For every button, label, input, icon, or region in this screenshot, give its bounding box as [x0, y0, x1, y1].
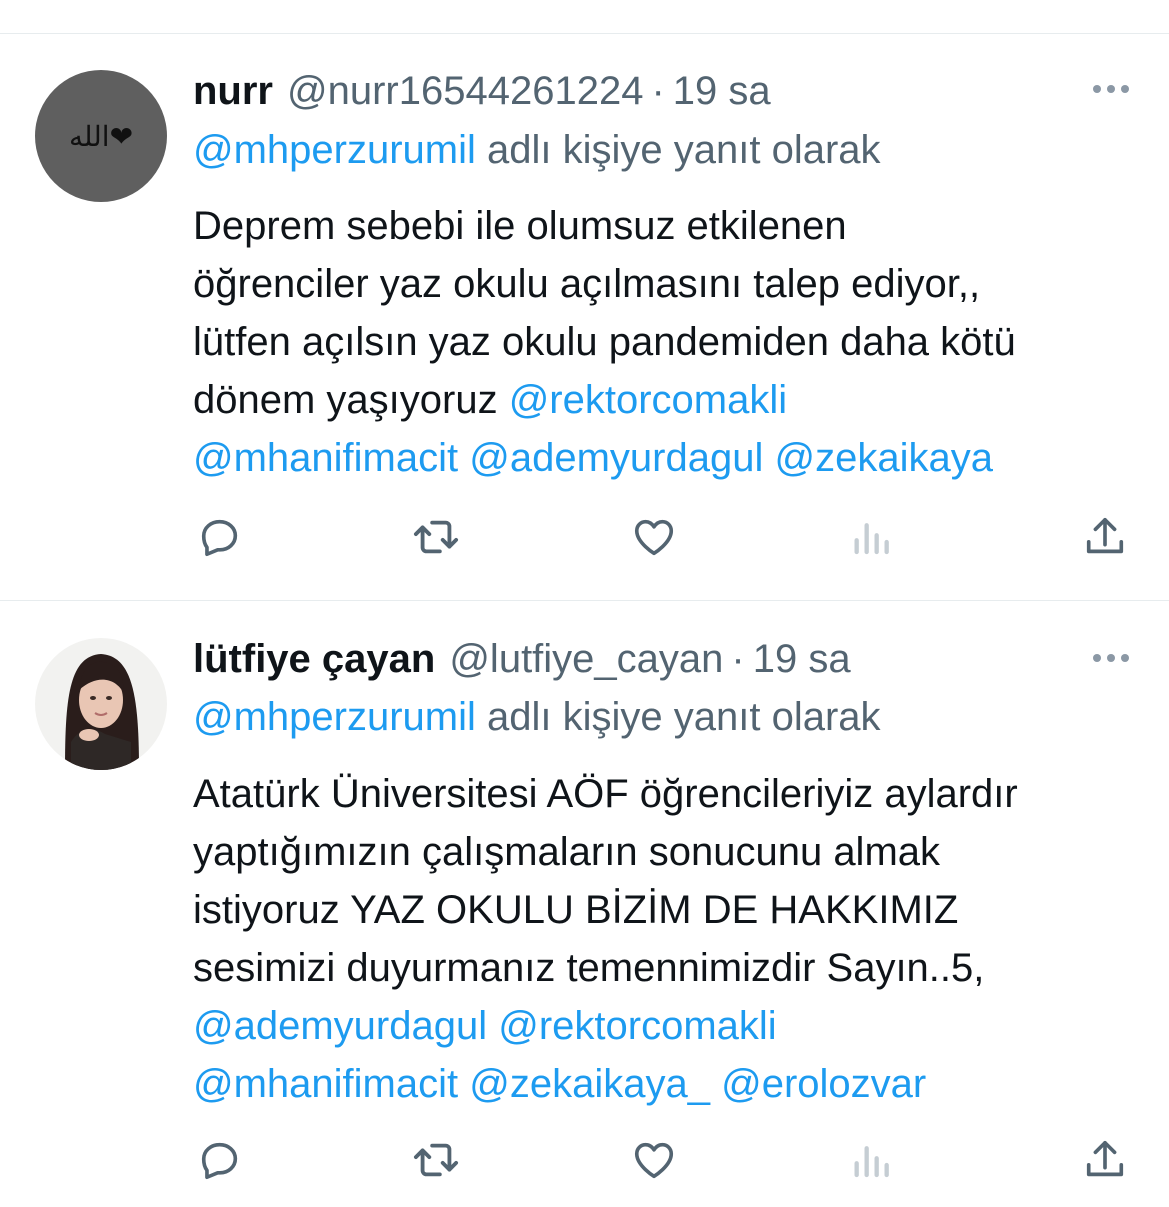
reply-icon[interactable]	[195, 512, 245, 562]
text-line: istiyoruz YAZ OKULU BİZİM DE HAKKIMIZ	[193, 888, 959, 932]
mention-link[interactable]: @zekaikaya_	[469, 1062, 710, 1106]
action-bar	[193, 1135, 1138, 1185]
text-line: lütfen açılsın yaz okulu pandemiden daha…	[193, 320, 1016, 364]
reply-context: @mhperzurumil adlı kişiye yanıt olarak	[193, 128, 881, 173]
share-icon[interactable]	[1080, 1135, 1130, 1185]
reply-suffix: adlı kişiye yanıt olarak	[487, 695, 881, 739]
text-line: Deprem sebebi ile olumsuz etkilenen	[193, 204, 847, 248]
mention-link[interactable]: @erolozvar	[721, 1062, 926, 1106]
reply-to-mention[interactable]: @mhperzurumil	[193, 695, 476, 739]
views-icon[interactable]	[845, 1135, 895, 1185]
retweet-icon[interactable]	[411, 512, 461, 562]
mention-link[interactable]: @mhanifimacit	[193, 1062, 458, 1106]
text-line: öğrenciler yaz okulu açılmasını talep ed…	[193, 262, 981, 306]
avatar-nurr[interactable]: الله❤	[35, 70, 167, 202]
more-icon[interactable]	[1093, 85, 1129, 93]
reply-to-mention[interactable]: @mhperzurumil	[193, 128, 476, 172]
display-name[interactable]: nurr	[193, 69, 273, 114]
display-name[interactable]: lütfiye çayan	[193, 637, 435, 682]
text-line: yaptığımızın çalışmaların sonucunu almak	[193, 830, 941, 874]
reply-icon[interactable]	[195, 1135, 245, 1185]
separator-dot: ·	[651, 68, 665, 113]
heart-icon[interactable]	[629, 1135, 679, 1185]
mention-link[interactable]: @mhanifimacit	[193, 436, 458, 480]
text-line: sesimizi duyurmanız temennimizdir Sayın.…	[193, 946, 985, 990]
reply-context: @mhperzurumil adlı kişiye yanıt olarak	[193, 695, 881, 740]
avatar-calligraphy: الله❤	[68, 119, 134, 153]
action-bar	[193, 512, 1138, 562]
tweet-text: Deprem sebebi ile olumsuz etkilenen öğre…	[193, 197, 1143, 487]
heart-icon[interactable]	[629, 512, 679, 562]
mention-link[interactable]: @rektorcomakli	[498, 1004, 776, 1048]
mention-link[interactable]: @ademyurdagul	[469, 436, 763, 480]
timestamp[interactable]: 19 sa	[753, 637, 851, 682]
timestamp[interactable]: 19 sa	[673, 69, 771, 114]
tweet-header: lütfiye çayan @lutfiye_cayan · 19 sa	[193, 634, 851, 684]
mention-link[interactable]: @ademyurdagul	[193, 1004, 487, 1048]
text-line: Atatürk Üniversitesi AÖF öğrencileriyiz …	[193, 772, 1018, 816]
tweet-1[interactable]: الله❤ nurr @nurr16544261224 · 19 sa @mhp…	[0, 0, 1169, 600]
tweet-2[interactable]: lütfiye çayan @lutfiye_cayan · 19 sa @mh…	[0, 600, 1169, 1207]
user-handle[interactable]: @lutfiye_cayan	[449, 637, 723, 682]
reply-suffix: adlı kişiye yanıt olarak	[487, 128, 881, 172]
mention-link[interactable]: @rektorcomakli	[509, 378, 787, 422]
tweet-text: Atatürk Üniversitesi AÖF öğrencileriyiz …	[193, 765, 1143, 1113]
retweet-icon[interactable]	[411, 1135, 461, 1185]
separator-dot: ·	[731, 636, 745, 681]
views-icon[interactable]	[845, 512, 895, 562]
more-icon[interactable]	[1093, 654, 1129, 662]
tweet-header: nurr @nurr16544261224 · 19 sa	[193, 66, 771, 116]
share-icon[interactable]	[1080, 512, 1130, 562]
mention-link[interactable]: @zekaikaya	[774, 436, 992, 480]
avatar-lutfiye[interactable]	[35, 638, 167, 770]
user-handle[interactable]: @nurr16544261224	[287, 69, 643, 114]
text-line: dönem yaşıyoruz	[193, 378, 509, 422]
